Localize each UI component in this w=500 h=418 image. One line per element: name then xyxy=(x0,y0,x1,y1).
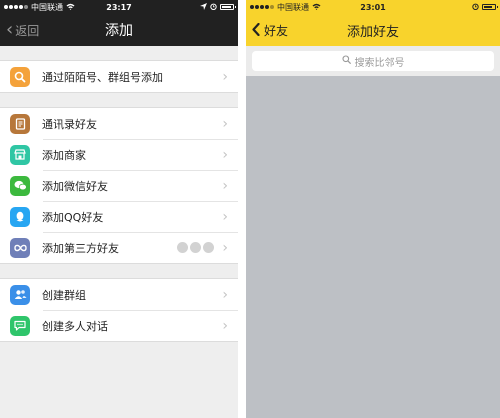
store-icon xyxy=(10,144,30,165)
list-item-add-qq[interactable]: 添加QQ好友 › xyxy=(0,201,238,232)
status-bar: 中国联通 23:17 xyxy=(0,0,238,14)
wechat-icon xyxy=(10,175,30,196)
search-icon xyxy=(10,66,30,87)
status-bar: 中国联通 23:01 xyxy=(246,0,500,14)
list-item-add-third-party[interactable]: 添加第三方好友 › xyxy=(0,232,238,263)
list-item-label: 通过陌陌号、群组号添加 xyxy=(42,70,163,84)
status-time: 23:17 xyxy=(106,2,132,12)
list-item-create-group[interactable]: 创建群组 › xyxy=(0,279,238,310)
contacts-book-icon xyxy=(10,113,30,134)
list-item-add-merchant[interactable]: 添加商家 › xyxy=(0,139,238,170)
carrier-label: 中国联通 xyxy=(277,2,309,12)
wifi-icon xyxy=(66,3,75,12)
search-group: 通过陌陌号、群组号添加 › xyxy=(0,60,238,93)
list-item-search-by-id[interactable]: 通过陌陌号、群组号添加 › xyxy=(0,61,238,92)
status-time: 23:01 xyxy=(360,2,386,12)
list-item-label: 添加QQ好友 xyxy=(42,210,104,224)
chevron-right-icon: › xyxy=(222,146,228,163)
list-item-label: 添加商家 xyxy=(42,148,86,162)
list-item-label: 创建群组 xyxy=(42,288,86,302)
search-input[interactable]: 搜索比邻号 xyxy=(252,51,494,71)
renren-icon xyxy=(190,242,202,253)
chevron-right-icon: › xyxy=(222,115,228,132)
list-item-label: 添加微信好友 xyxy=(42,179,108,193)
list-item-add-wechat[interactable]: 添加微信好友 › xyxy=(0,170,238,201)
page-title: 添加好友 xyxy=(346,24,399,40)
chevron-right-icon: › xyxy=(222,286,228,303)
page-title: 添加 xyxy=(105,23,133,39)
friend-sources-group: 通讯录好友 › 添加商家 › 添加微信好友 › 添加QQ好友 › 添加第三方好友… xyxy=(0,107,238,264)
chevron-right-icon: › xyxy=(222,177,228,194)
list-item-create-chat[interactable]: 创建多人对话 › xyxy=(0,310,238,341)
navigation-bar: 好友 添加好友 xyxy=(246,14,500,46)
chevron-right-icon: › xyxy=(222,317,228,334)
navigation-bar: ‹ 返回 添加 xyxy=(0,14,238,46)
chevron-left-icon xyxy=(252,21,260,40)
list-item-label: 添加第三方好友 xyxy=(42,241,119,255)
back-button[interactable]: 好友 xyxy=(252,14,288,46)
list-item-contacts[interactable]: 通讯录好友 › xyxy=(0,108,238,139)
infinity-icon xyxy=(10,237,30,258)
wifi-icon xyxy=(312,3,321,12)
group-icon xyxy=(10,284,30,305)
back-label: 返回 xyxy=(15,23,40,38)
search-bar: 搜索比邻号 xyxy=(246,46,500,76)
left-phone-screen: 中国联通 23:17 ‹ 返回 添加 通过陌陌号、群组号添加 › 通讯录好友 ›… xyxy=(0,0,238,418)
third-party-app-icons xyxy=(177,242,215,253)
signal-dots-icon xyxy=(4,5,28,9)
signal-dots-icon xyxy=(250,5,274,9)
search-icon xyxy=(341,55,351,67)
right-phone-screen: 中国联通 23:01 好友 添加好友 搜索比邻号 xyxy=(246,0,500,418)
list-item-label: 创建多人对话 xyxy=(42,319,108,333)
alarm-icon xyxy=(472,3,479,12)
qq-icon xyxy=(10,206,30,227)
back-button[interactable]: ‹ 返回 xyxy=(6,14,39,46)
chevron-right-icon: › xyxy=(222,239,228,256)
chat-icon xyxy=(10,315,30,336)
carrier-label: 中国联通 xyxy=(31,2,63,12)
battery-icon xyxy=(220,4,236,10)
back-label: 好友 xyxy=(264,23,289,38)
battery-icon xyxy=(482,4,498,10)
chevron-left-icon: ‹ xyxy=(6,19,14,40)
chevron-right-icon: › xyxy=(222,208,228,225)
location-icon xyxy=(200,2,207,12)
people-icon xyxy=(203,242,215,253)
create-group: 创建群组 › 创建多人对话 › xyxy=(0,278,238,342)
alarm-icon xyxy=(210,3,217,12)
weibo-icon xyxy=(177,242,189,253)
list-item-label: 通讯录好友 xyxy=(42,117,97,131)
chevron-right-icon: › xyxy=(222,68,228,85)
search-placeholder: 搜索比邻号 xyxy=(354,57,405,69)
